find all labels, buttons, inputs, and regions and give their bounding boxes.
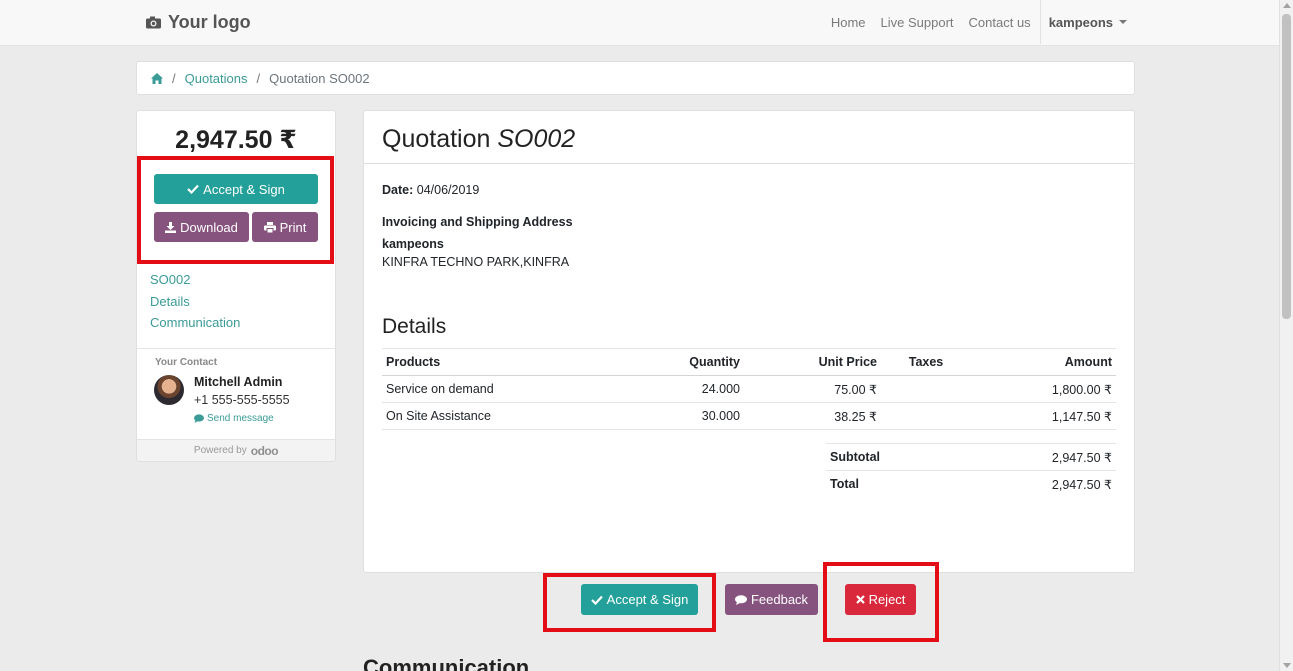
col-quantity: Quantity — [612, 348, 744, 376]
scroll-down-arrow-icon[interactable] — [1283, 663, 1291, 668]
total-label: Total — [826, 470, 960, 498]
nav-live-support[interactable]: Live Support — [881, 15, 954, 30]
logo-text: Your logo — [168, 12, 251, 32]
contact-name: Mitchell Admin — [194, 375, 283, 389]
quotation-title: Quotation SO002 — [382, 125, 575, 154]
breadcrumb-separator: / — [172, 70, 176, 86]
breadcrumb-quotations-link[interactable]: Quotations — [185, 71, 248, 86]
sidebar-nav-communication[interactable]: Communication — [150, 312, 322, 334]
subtotal-label: Subtotal — [826, 443, 960, 471]
nav-links: Home Live Support Contact us kampeons — [816, 0, 1127, 44]
details-heading: Details — [382, 315, 447, 338]
line-taxes — [881, 402, 971, 430]
top-navbar: Your logo Home Live Support Contact us k… — [0, 0, 1279, 46]
send-message-label: Send message — [207, 413, 274, 424]
send-message-link[interactable]: Send message — [194, 413, 274, 424]
col-taxes: Taxes — [881, 348, 971, 376]
odoo-logo[interactable]: odoo — [251, 444, 279, 458]
contact-phone: +1 555-555-5555 — [194, 393, 290, 407]
feedback-label: Feedback — [750, 592, 809, 607]
scroll-up-arrow-icon[interactable] — [1283, 3, 1291, 8]
caret-down-icon — [1119, 20, 1127, 24]
line-quantity: 24.000 — [612, 375, 744, 403]
user-menu[interactable]: kampeons — [1039, 0, 1127, 44]
comment-icon — [734, 594, 747, 605]
communication-heading: Communication — [363, 655, 530, 671]
print-label: Print — [279, 219, 307, 235]
printer-icon — [263, 221, 276, 233]
camera-icon — [146, 16, 161, 29]
home-icon[interactable] — [151, 72, 163, 84]
contact-avatar — [154, 375, 184, 405]
check-icon — [187, 184, 199, 194]
sidebar-nav: SO002 Details Communication — [137, 265, 335, 349]
subtotal-row: Subtotal 2,947.50 ₹ — [826, 443, 1116, 471]
quotation-number: SO002 — [497, 125, 576, 153]
col-amount: Amount — [971, 348, 1116, 376]
line-product: On Site Assistance — [382, 402, 612, 430]
line-product: Service on demand — [382, 375, 612, 403]
download-icon — [165, 221, 177, 233]
download-label: Download — [180, 219, 238, 235]
sidebar-total-amount: 2,947.50 ₹ — [175, 126, 297, 154]
breadcrumb-separator: / — [256, 70, 261, 86]
powered-by-footer: Powered by odoo — [137, 439, 335, 461]
line-quantity: 30.000 — [612, 402, 744, 430]
download-button[interactable]: Download — [154, 212, 249, 242]
your-contact-label: Your Contact — [155, 357, 218, 368]
sidebar-nav-details[interactable]: Details — [150, 291, 322, 313]
address-label: Invoicing and Shipping Address — [382, 215, 573, 229]
line-taxes — [881, 375, 971, 403]
subtotal-value: 2,947.50 ₹ — [959, 443, 1116, 471]
col-unit-price: Unit Price — [744, 348, 881, 376]
nav-home[interactable]: Home — [831, 15, 866, 30]
accept-sign-button[interactable]: Accept & Sign — [581, 584, 698, 615]
quotation-header: Quotation SO002 — [364, 111, 1134, 164]
date-value: 04/06/2019 — [416, 183, 480, 197]
line-unit-price: 38.25 ₹ — [744, 402, 881, 430]
sidebar-nav-so002[interactable]: SO002 — [150, 269, 322, 291]
accept-sign-label: Accept & Sign — [203, 181, 285, 197]
quotation-card: Quotation SO002 Date: 04/06/2019 Invoici… — [363, 110, 1135, 573]
quotation-date: Date: 04/06/2019 — [382, 183, 479, 197]
date-label: Date: — [382, 183, 414, 197]
customer-address: KINFRA TECHNO PARK,KINFRA — [382, 255, 570, 269]
table-header-row: Products Quantity Unit Price Taxes Amoun… — [382, 348, 1116, 376]
breadcrumb-current: Quotation SO002 — [269, 70, 370, 86]
breadcrumb: / Quotations / Quotation SO002 — [136, 61, 1135, 95]
powered-by-text: Powered by — [193, 445, 247, 456]
customer-name: kampeons — [382, 237, 444, 251]
line-amount: 1,147.50 ₹ — [971, 402, 1116, 430]
print-button[interactable]: Print — [252, 212, 318, 242]
table-row: Service on demand 24.000 75.00 ₹ 1,800.0… — [382, 375, 1116, 403]
accept-sign-label: Accept & Sign — [606, 592, 689, 607]
order-lines-table: Products Quantity Unit Price Taxes Amoun… — [382, 348, 1116, 430]
feedback-button[interactable]: Feedback — [725, 584, 818, 615]
page-scrollbar[interactable] — [1279, 0, 1293, 671]
sidebar-accept-sign-button[interactable]: Accept & Sign — [154, 174, 318, 204]
col-products: Products — [382, 348, 612, 376]
table-row: On Site Assistance 30.000 38.25 ₹ 1,147.… — [382, 402, 1116, 430]
site-logo[interactable]: Your logo — [146, 12, 251, 33]
close-icon — [855, 595, 865, 604]
quote-sidebar: 2,947.50 ₹ Accept & Sign Download Print … — [136, 110, 336, 462]
check-icon — [590, 595, 603, 605]
nav-contact-us[interactable]: Contact us — [969, 15, 1031, 30]
total-value: 2,947.50 ₹ — [959, 470, 1116, 498]
reject-button[interactable]: Reject — [845, 584, 916, 615]
reject-label: Reject — [868, 592, 906, 607]
user-name: kampeons — [1048, 14, 1113, 30]
scroll-thumb[interactable] — [1282, 14, 1291, 319]
line-amount: 1,800.00 ₹ — [971, 375, 1116, 403]
quotation-title-prefix: Quotation — [382, 125, 491, 153]
line-unit-price: 75.00 ₹ — [744, 375, 881, 403]
totals-table: Subtotal 2,947.50 ₹ Total 2,947.50 ₹ — [826, 443, 1116, 498]
total-row: Total 2,947.50 ₹ — [826, 470, 1116, 498]
comment-icon — [194, 414, 204, 423]
